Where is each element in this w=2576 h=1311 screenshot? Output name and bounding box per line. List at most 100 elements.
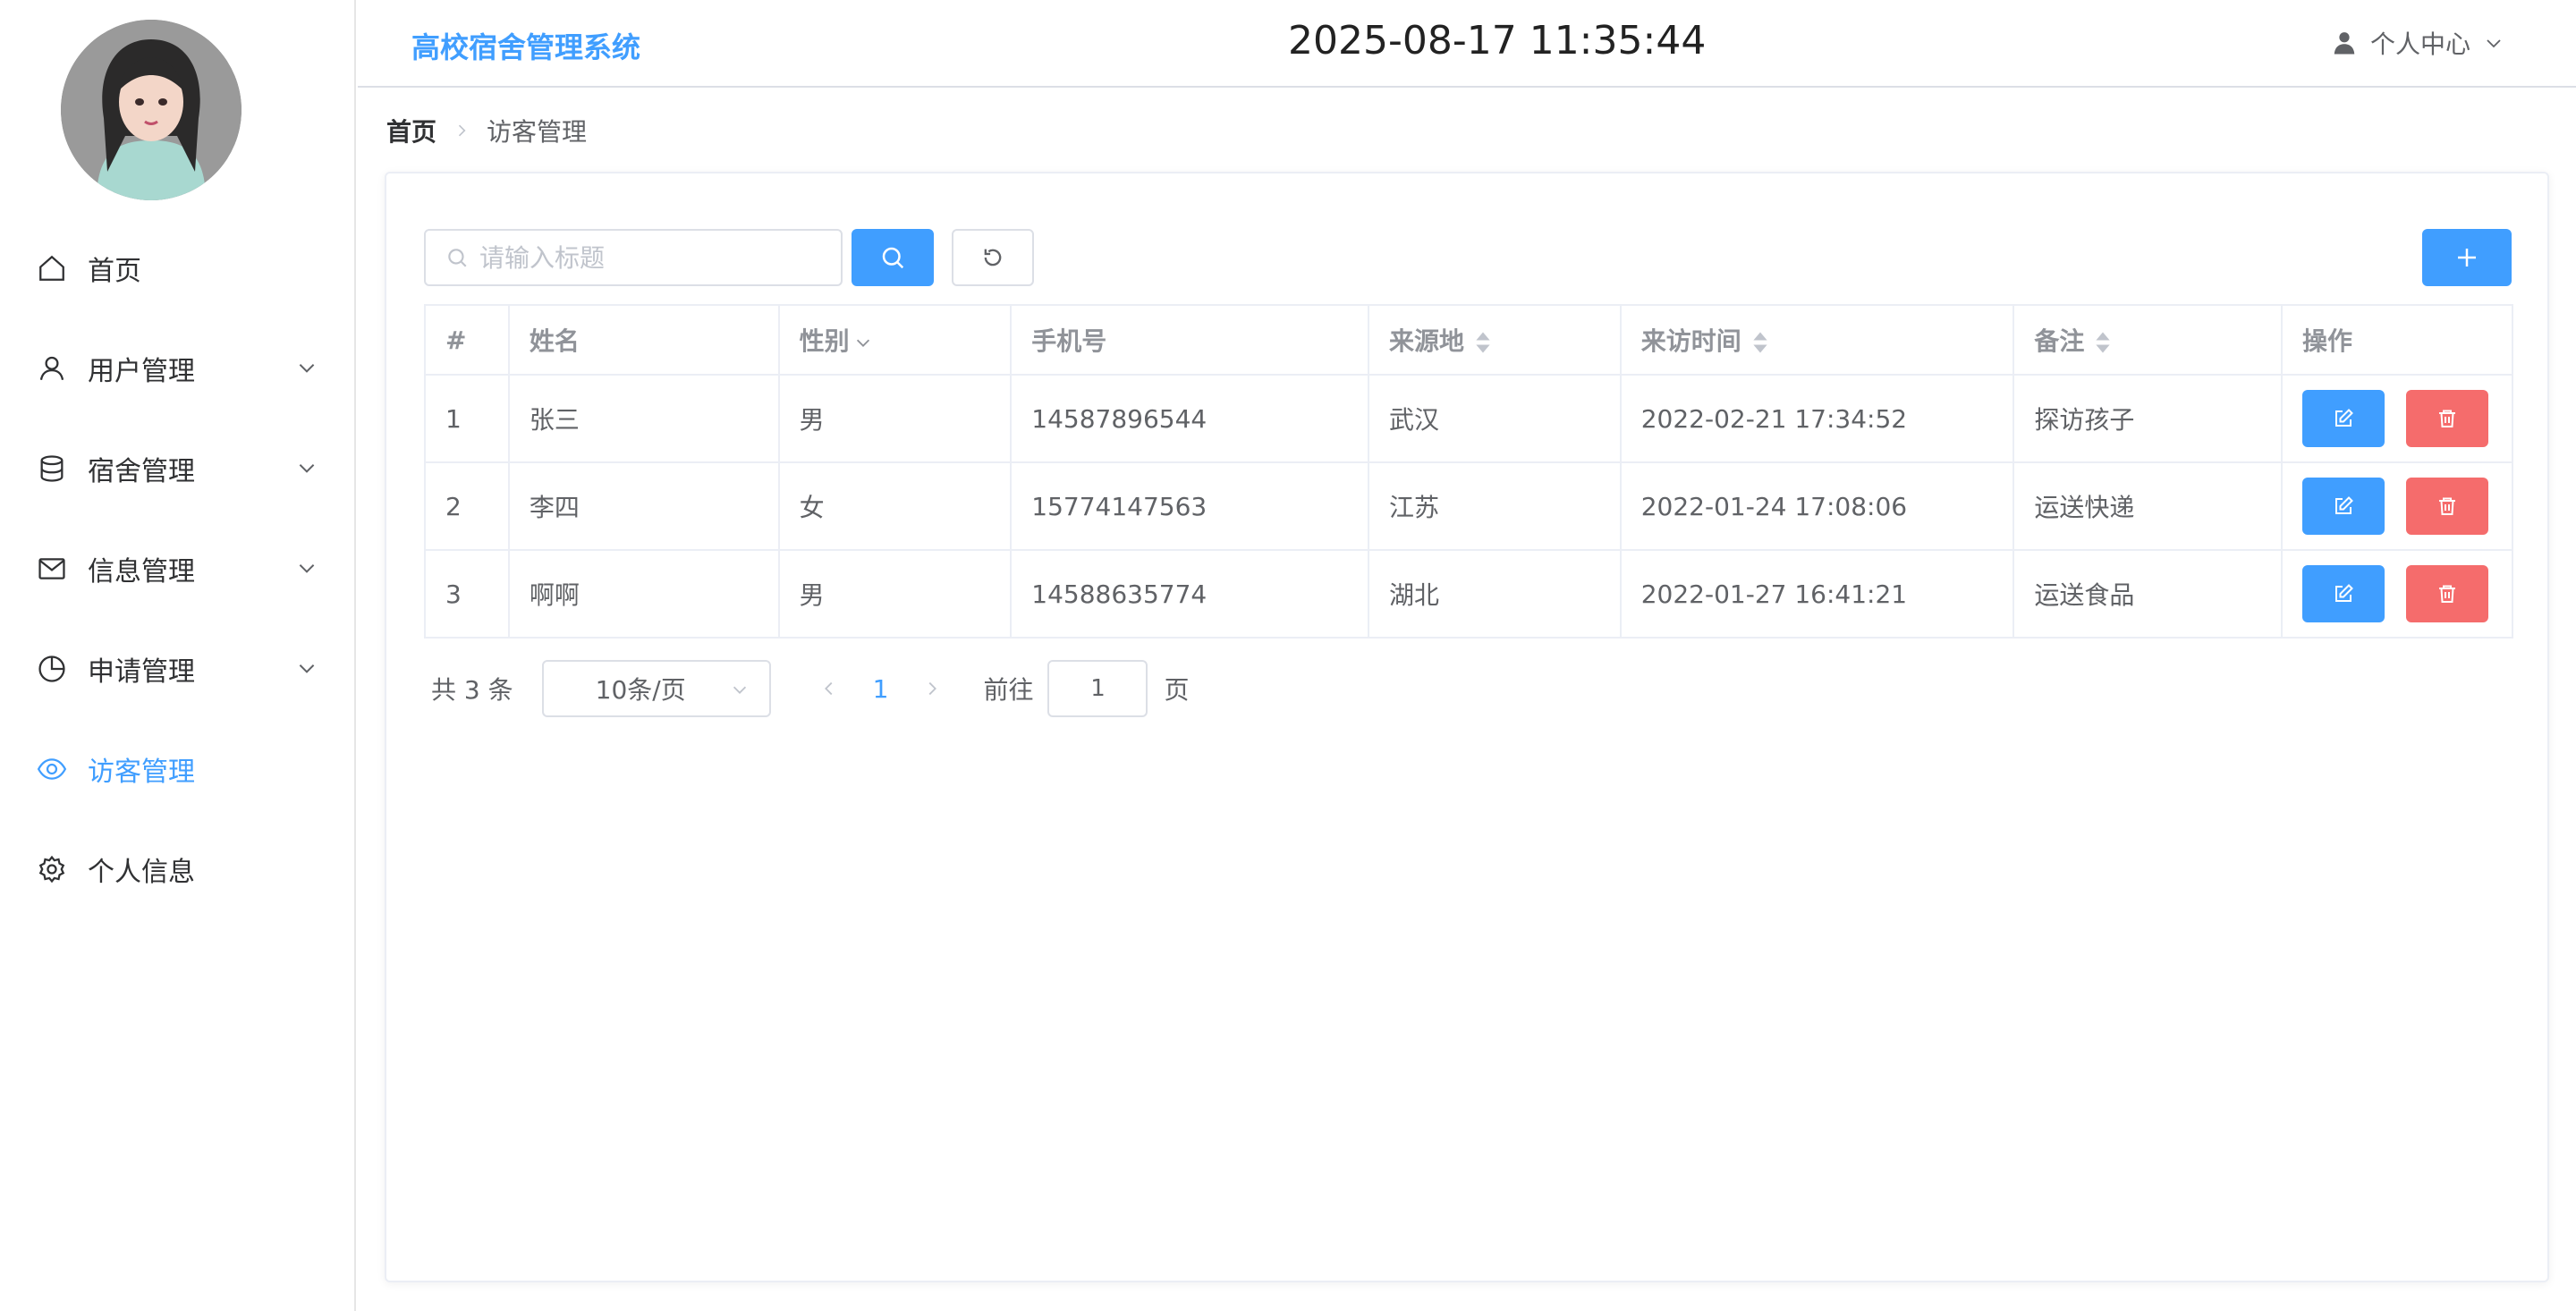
cell-origin: 武汉 xyxy=(1368,374,1622,463)
content-card: # 姓名 性别 手机号 来源地 来访时间 备注 操作 1 张三 男 145878… xyxy=(385,172,2549,1282)
trash-icon xyxy=(2438,497,2455,515)
page-size-select[interactable]: 10条/页 xyxy=(541,660,771,717)
edit-icon xyxy=(2334,584,2353,602)
add-visitor-button[interactable] xyxy=(2422,229,2512,286)
column-header-label: 性别 xyxy=(799,326,850,356)
pie-chart-icon xyxy=(36,653,68,685)
cell-gender: 男 xyxy=(777,374,1013,463)
database-icon xyxy=(36,453,68,485)
chevron-left-icon xyxy=(824,681,833,696)
user-menu-dropdown[interactable]: 个人中心 xyxy=(2331,25,2504,61)
sidebar-item-personal-info[interactable]: 个人信息 xyxy=(0,819,356,919)
cell-visit-time: 2022-01-27 16:41:21 xyxy=(1619,549,2015,639)
cell-note: 运送食品 xyxy=(2012,549,2283,639)
avatar-image xyxy=(61,20,242,200)
column-header-name: 姓名 xyxy=(507,304,780,376)
column-header-gender[interactable]: 性别 xyxy=(777,304,1013,376)
avatar[interactable] xyxy=(61,20,242,200)
cell-index: 3 xyxy=(424,549,510,639)
refresh-icon xyxy=(984,249,1002,266)
chevron-down-icon xyxy=(299,464,315,473)
cell-actions xyxy=(2280,374,2514,463)
sidebar-item-visitor-management[interactable]: 访客管理 xyxy=(0,719,356,819)
column-header-origin[interactable]: 来源地 xyxy=(1368,304,1622,376)
sidebar-item-label: 信息管理 xyxy=(88,556,195,588)
edit-button[interactable] xyxy=(2301,390,2385,447)
sort-icon[interactable] xyxy=(2095,330,2111,355)
home-icon xyxy=(36,252,68,284)
cell-name: 李四 xyxy=(507,461,780,551)
table-row: 2 李四 女 15774147563 江苏 2022-01-24 17:08:0… xyxy=(424,461,2514,551)
table-header-row: # 姓名 性别 手机号 来源地 来访时间 备注 操作 xyxy=(424,304,2514,376)
cell-origin: 湖北 xyxy=(1368,549,1622,639)
search-button[interactable] xyxy=(852,229,934,286)
user-menu-label: 个人中心 xyxy=(2369,30,2470,59)
goto-page-input[interactable] xyxy=(1047,660,1148,717)
trash-icon xyxy=(2438,585,2455,603)
sidebar-item-info-management[interactable]: 信息管理 xyxy=(0,519,356,619)
cell-note: 运送快递 xyxy=(2012,461,2283,551)
trash-icon xyxy=(2438,410,2455,427)
search-icon xyxy=(448,249,467,267)
column-header-label: 来访时间 xyxy=(1640,326,1741,356)
sidebar-item-label: 访客管理 xyxy=(88,757,195,788)
page-size-value: 10条/页 xyxy=(595,675,686,705)
edit-button[interactable] xyxy=(2301,565,2385,622)
chevron-down-icon xyxy=(2487,39,2501,48)
delete-button[interactable] xyxy=(2405,565,2488,622)
cell-actions xyxy=(2280,461,2514,551)
cell-name: 张三 xyxy=(507,374,780,463)
sidebar-item-home[interactable]: 首页 xyxy=(0,218,356,318)
sidebar-item-user-management[interactable]: 用户管理 xyxy=(0,318,356,419)
plus-icon xyxy=(2458,249,2476,266)
chevron-right-icon xyxy=(458,124,466,137)
breadcrumb-home[interactable]: 首页 xyxy=(386,113,436,148)
sidebar-item-label: 用户管理 xyxy=(88,356,195,387)
cell-index: 2 xyxy=(424,461,510,551)
gear-icon xyxy=(36,853,68,885)
sidebar-item-dorm-management[interactable]: 宿舍管理 xyxy=(0,419,356,519)
search-input[interactable] xyxy=(479,242,819,273)
column-header-visit-time[interactable]: 来访时间 xyxy=(1619,304,2015,376)
sidebar-item-label: 个人信息 xyxy=(88,857,195,888)
cell-actions xyxy=(2280,549,2514,639)
cell-origin: 江苏 xyxy=(1368,461,1622,551)
column-header-note[interactable]: 备注 xyxy=(2012,304,2283,376)
edit-button[interactable] xyxy=(2301,478,2385,535)
delete-button[interactable] xyxy=(2405,390,2488,447)
cell-gender: 女 xyxy=(777,461,1013,551)
page-number-current[interactable]: 1 xyxy=(873,674,889,704)
filter-chevron-icon[interactable] xyxy=(853,333,873,352)
system-title: 高校宿舍管理系统 xyxy=(411,30,641,64)
sidebar: 首页 用户管理 宿舍管理 信息管理 申请管理 访客管理 个人信息 xyxy=(0,0,356,1311)
sidebar-item-label: 首页 xyxy=(88,256,141,287)
reset-button[interactable] xyxy=(952,229,1034,286)
goto-label: 前往 xyxy=(983,675,1034,705)
eye-icon xyxy=(36,753,68,785)
search-icon xyxy=(882,247,904,269)
sidebar-item-application-management[interactable]: 申请管理 xyxy=(0,619,356,719)
sort-icon[interactable] xyxy=(1475,330,1491,355)
prev-page-button[interactable] xyxy=(816,675,843,702)
column-header-index: # xyxy=(424,304,510,376)
sidebar-nav: 首页 用户管理 宿舍管理 信息管理 申请管理 访客管理 个人信息 xyxy=(0,218,356,919)
mail-icon xyxy=(36,553,68,585)
edit-icon xyxy=(2334,496,2353,514)
edit-icon xyxy=(2334,409,2353,427)
chevron-down-icon xyxy=(299,664,315,673)
breadcrumb: 首页 访客管理 xyxy=(386,113,587,148)
cell-visit-time: 2022-02-21 17:34:52 xyxy=(1619,374,2015,463)
chevron-right-icon xyxy=(929,681,937,696)
column-header-label: 备注 xyxy=(2034,326,2085,356)
pagination: 共 3 条 10条/页 1 前往 页 xyxy=(431,660,1189,717)
user-icon xyxy=(36,352,68,385)
delete-button[interactable] xyxy=(2405,478,2488,535)
next-page-button[interactable] xyxy=(919,675,945,702)
table-row: 1 张三 男 14587896544 武汉 2022-02-21 17:34:5… xyxy=(424,374,2514,463)
chevron-down-icon xyxy=(299,364,315,373)
table-row: 3 啊啊 男 14588635774 湖北 2022-01-27 16:41:2… xyxy=(424,549,2514,639)
search-box xyxy=(424,229,843,286)
visitor-table: # 姓名 性别 手机号 来源地 来访时间 备注 操作 1 张三 男 145878… xyxy=(424,304,2514,639)
sort-icon[interactable] xyxy=(1752,330,1768,355)
cell-phone: 14588635774 xyxy=(1010,549,1370,639)
